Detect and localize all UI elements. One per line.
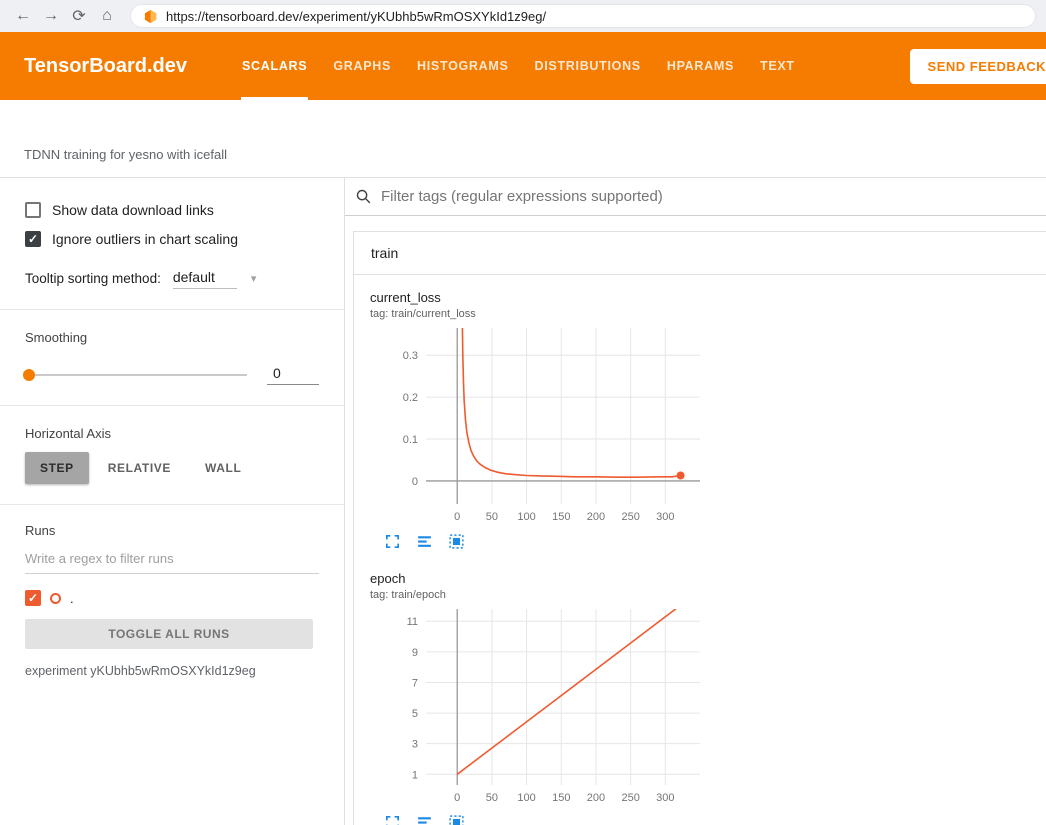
svg-text:100: 100 <box>517 511 535 523</box>
checkbox-label: Show data download links <box>52 202 214 218</box>
smoothing-slider[interactable] <box>25 374 247 376</box>
run-name: . <box>70 591 74 606</box>
tab-text[interactable]: TEXT <box>747 32 808 100</box>
chart-tag: tag: train/epoch <box>370 589 706 601</box>
line-chart[interactable]: 1 3 5 7 9 11 0 50 100 150 200 250 300 <box>370 603 706 809</box>
smoothing-value[interactable]: 0 <box>267 365 319 385</box>
log-scale-icon[interactable] <box>416 533 434 551</box>
run-checkbox[interactable]: ✓ <box>25 590 41 606</box>
back-icon[interactable]: ← <box>10 3 36 29</box>
app-title: TensorBoard.dev <box>24 55 187 78</box>
dropdown-value: default <box>173 269 237 289</box>
line-chart[interactable]: 0 0.1 0.2 0.3 0 50 100 150 200 250 300 <box>370 322 706 528</box>
charts-grid: current_loss tag: train/current_loss 0 0.… <box>354 275 1046 825</box>
svg-text:100: 100 <box>517 792 535 804</box>
slider-thumb[interactable] <box>23 369 35 381</box>
svg-text:0: 0 <box>412 476 418 488</box>
chart-title: epoch <box>370 571 706 586</box>
site-favicon <box>143 9 158 24</box>
svg-text:7: 7 <box>412 677 418 689</box>
fit-domain-icon[interactable] <box>448 533 466 551</box>
home-icon[interactable]: ⌂ <box>94 3 120 29</box>
chart-card: current_loss tag: train/current_loss 0 0.… <box>370 290 706 551</box>
main-content: train current_loss tag: train/current_lo… <box>345 178 1046 825</box>
chevron-down-icon: ▾ <box>251 272 257 289</box>
runs-list: ✓. <box>25 590 319 606</box>
tag-group-title[interactable]: train <box>354 232 1046 275</box>
svg-text:50: 50 <box>486 792 498 804</box>
svg-text:1: 1 <box>412 769 418 781</box>
svg-text:0: 0 <box>454 792 460 804</box>
tab-scalars[interactable]: SCALARS <box>229 32 320 100</box>
show-download-links-row[interactable]: ✓ Show data download links <box>25 202 319 218</box>
settings-sidebar: ✓ Show data download links ✓ Ignore outl… <box>0 178 345 825</box>
experiment-id-note: experiment yKUbhb5wRmOSXYkId1z9eg <box>25 664 319 678</box>
send-feedback-button[interactable]: SEND FEEDBACK <box>910 49 1046 84</box>
chart-title: current_loss <box>370 290 706 305</box>
browser-toolbar: ← → ⟳ ⌂ https://tensorboard.dev/experime… <box>0 0 1046 32</box>
svg-text:150: 150 <box>552 511 570 523</box>
svg-text:5: 5 <box>412 708 418 720</box>
experiment-title: TDNN training for yesno with icefall <box>24 147 227 162</box>
address-bar[interactable]: https://tensorboard.dev/experiment/yKUbh… <box>130 4 1036 28</box>
reload-icon[interactable]: ⟳ <box>66 3 92 29</box>
page: ← → ⟳ ⌂ https://tensorboard.dev/experime… <box>0 0 1046 825</box>
svg-text:0.1: 0.1 <box>403 434 418 446</box>
nav-tabs: SCALARSGRAPHSHISTOGRAMSDISTRIBUTIONSHPAR… <box>229 32 808 100</box>
chart-actions <box>370 814 706 825</box>
tab-histograms[interactable]: HISTOGRAMS <box>404 32 522 100</box>
chart-actions <box>370 533 706 551</box>
svg-text:200: 200 <box>587 792 605 804</box>
smoothing-label: Smoothing <box>25 330 319 345</box>
svg-text:9: 9 <box>412 647 418 659</box>
ignore-outliers-row[interactable]: ✓ Ignore outliers in chart scaling <box>25 231 319 247</box>
tag-group-card: train current_loss tag: train/current_lo… <box>353 231 1046 825</box>
svg-text:250: 250 <box>621 511 639 523</box>
url-text: https://tensorboard.dev/experiment/yKUbh… <box>166 9 546 24</box>
log-scale-icon[interactable] <box>416 814 434 825</box>
tag-filter-row <box>345 178 1046 216</box>
svg-text:150: 150 <box>552 792 570 804</box>
run-row[interactable]: ✓. <box>25 590 319 606</box>
svg-text:0.2: 0.2 <box>403 392 418 404</box>
svg-text:300: 300 <box>656 511 674 523</box>
svg-text:0: 0 <box>454 511 460 523</box>
run-color-circle <box>50 593 61 604</box>
fit-domain-icon[interactable] <box>448 814 466 825</box>
svg-text:250: 250 <box>621 792 639 804</box>
svg-text:11: 11 <box>407 616 418 628</box>
axis-button-wall[interactable]: WALL <box>190 452 256 484</box>
checkbox-label: Ignore outliers in chart scaling <box>52 231 238 247</box>
axis-button-relative[interactable]: RELATIVE <box>93 452 186 484</box>
tag-filter-input[interactable] <box>381 188 1036 205</box>
horizontal-axis-label: Horizontal Axis <box>25 426 319 441</box>
experiment-header: TDNN training for yesno with icefall <box>0 100 1046 178</box>
svg-text:200: 200 <box>587 511 605 523</box>
axis-buttons: STEPRELATIVEWALL <box>25 452 319 484</box>
runs-filter-input[interactable] <box>25 551 319 574</box>
search-icon <box>355 188 372 205</box>
checkbox-icon[interactable]: ✓ <box>25 202 41 218</box>
axis-button-step[interactable]: STEP <box>25 452 89 484</box>
app-header: TensorBoard.dev SCALARSGRAPHSHISTOGRAMSD… <box>0 32 1046 100</box>
tooltip-sorting-dropdown[interactable]: default ▾ <box>173 269 257 289</box>
svg-text:0.3: 0.3 <box>403 350 418 362</box>
runs-label: Runs <box>25 523 319 538</box>
forward-icon[interactable]: → <box>38 3 64 29</box>
tab-hparams[interactable]: HPARAMS <box>654 32 747 100</box>
svg-text:3: 3 <box>412 739 418 751</box>
toggle-all-runs-button[interactable]: TOGGLE ALL RUNS <box>25 619 313 649</box>
expand-card-icon[interactable] <box>384 814 402 825</box>
svg-text:50: 50 <box>486 511 498 523</box>
tooltip-sorting-label: Tooltip sorting method: <box>25 271 161 289</box>
expand-card-icon[interactable] <box>384 533 402 551</box>
tab-graphs[interactable]: GRAPHS <box>320 32 404 100</box>
chart-tag: tag: train/current_loss <box>370 308 706 320</box>
chart-card: epoch tag: train/epoch 1 3 5 7 9 11 0 50 100 150 2… <box>370 571 706 825</box>
svg-text:300: 300 <box>656 792 674 804</box>
tab-distributions[interactable]: DISTRIBUTIONS <box>522 32 654 100</box>
checkbox-icon[interactable]: ✓ <box>25 231 41 247</box>
